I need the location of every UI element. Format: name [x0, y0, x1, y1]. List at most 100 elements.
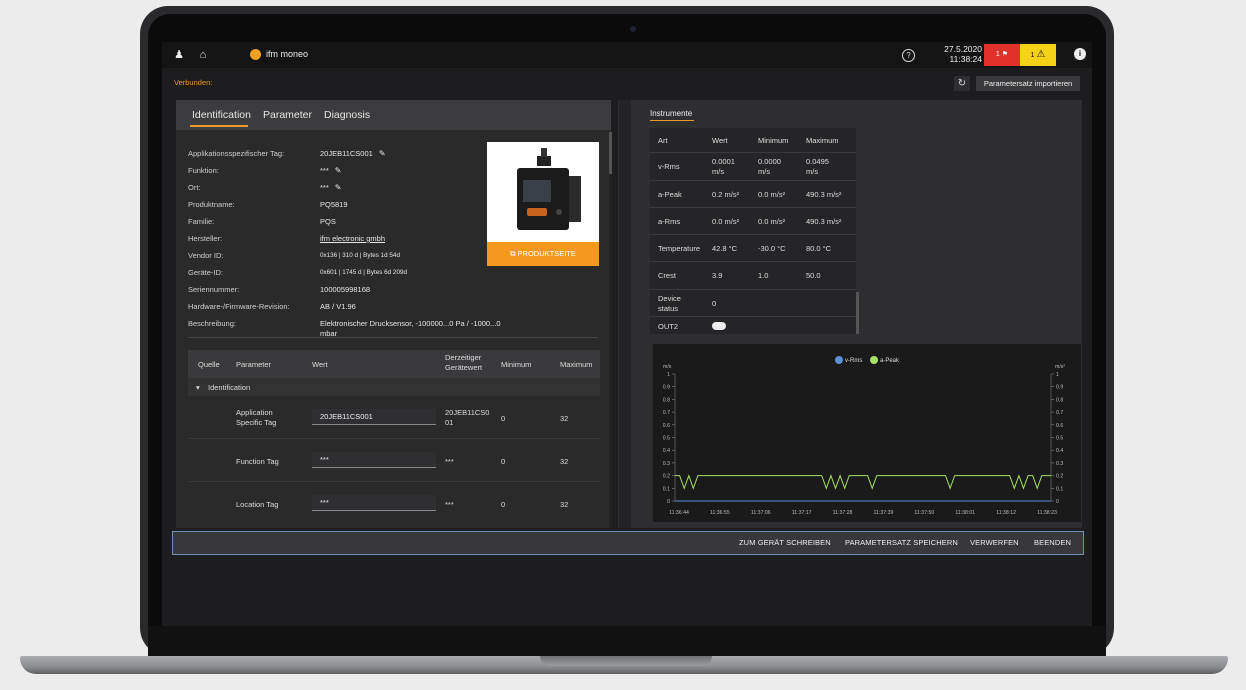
- y-tick-label: 0.6: [1056, 423, 1063, 429]
- col-header: Art: [658, 136, 668, 145]
- max-value: 32: [560, 414, 569, 423]
- instrument-name: Device status: [658, 294, 681, 314]
- col-header-line2: Gerätewert: [445, 363, 483, 372]
- y-tick-label: 0.6: [663, 423, 670, 429]
- product-page-label: PRODUKTSEITE: [517, 249, 576, 258]
- instruments-scrollbar-thumb[interactable]: [856, 292, 859, 334]
- current-line2: 01: [445, 418, 454, 427]
- write-to-device-button[interactable]: ZUM GERÄT SCHREIBEN: [739, 538, 831, 547]
- y-tick-label: 0.8: [663, 397, 670, 403]
- alarm-warning-badge[interactable]: 1 ⚠: [1020, 44, 1056, 66]
- save-parameter-set-button[interactable]: PARAMETERSATZ SPEICHERN: [845, 538, 958, 547]
- instrument-max: 0.0495 m/s: [806, 157, 829, 177]
- param-value-input[interactable]: 20JEB11CS001: [312, 409, 436, 425]
- chart-plot: 1 1 0.9 0.9 0.8 0.8 0.7 0.7 0.6 0.6 0.5 0.5 0.4 0.4 0.…: [663, 372, 1064, 516]
- out2-toggle[interactable]: [712, 322, 726, 330]
- manufacturer-link[interactable]: ifm electronic gmbh: [320, 234, 385, 243]
- group-row-identification[interactable]: ▾ Identification: [188, 378, 600, 396]
- min-value: 0: [501, 457, 506, 466]
- app-title: ifm moneo: [266, 49, 309, 59]
- tab-diagnosis[interactable]: Diagnosis: [324, 109, 370, 121]
- user-icon[interactable]: ♟: [172, 48, 186, 62]
- instrument-row: Temperature 42.8 °C -30.0 °C 80.0 °C: [650, 234, 856, 262]
- x-tick-label: 11:37:06: [751, 510, 771, 516]
- col-header: Derzeitiger Gerätewert: [445, 353, 482, 373]
- param-value-input[interactable]: ***: [312, 495, 436, 511]
- field-label: Familie:: [188, 217, 215, 226]
- warning-icon: ⚠: [1036, 49, 1046, 60]
- y-tick-label: 0.4: [1056, 448, 1063, 454]
- datetime: 27.5.2020 11:38:24: [926, 44, 982, 64]
- app-screen: ♟ ⌂ ifm moneo ? 27.5.2020 11:38:24 1 ⚑ 1…: [162, 42, 1092, 626]
- instrument-row: Crest 3.9 1.0 50.0: [650, 261, 856, 290]
- refresh-button[interactable]: ↻: [954, 76, 970, 91]
- field-label: Hersteller:: [188, 234, 223, 243]
- caret-down-icon: ▾: [196, 383, 200, 392]
- value-line2: m/s: [712, 167, 725, 176]
- external-link-icon: ⧉: [510, 249, 516, 258]
- max-line2: m/s: [806, 167, 819, 176]
- info-icon[interactable]: i: [1074, 48, 1086, 60]
- product-page-button[interactable]: ⧉ PRODUKTSEITE: [487, 242, 599, 266]
- instrument-min: 1.0: [758, 271, 769, 280]
- instrument-value: 0.2 m/s²: [712, 190, 740, 199]
- max-value: 32: [560, 457, 569, 466]
- current-value: 20JEB11CS0 01: [445, 408, 489, 428]
- instruments-title: Instrumente: [650, 109, 693, 118]
- col-header: Minimum: [501, 360, 532, 369]
- alarm-warning-count: 1: [1030, 52, 1035, 59]
- scrollbar-track: [609, 132, 612, 528]
- instrument-row: a-Peak 0.2 m/s² 0.0 m/s² 490.3 m/s²: [650, 180, 856, 208]
- max-value: 32: [560, 500, 569, 509]
- scrollbar-thumb[interactable]: [609, 132, 612, 174]
- field-label: Vendor ID:: [188, 251, 224, 260]
- tab-parameter[interactable]: Parameter: [263, 109, 312, 121]
- instrument-max: 490.3 m/s²: [806, 217, 842, 226]
- tab-identification[interactable]: Identification: [192, 109, 251, 121]
- panel-splitter[interactable]: [619, 100, 631, 528]
- col-header-line1: Derzeitiger: [445, 353, 482, 362]
- home-icon[interactable]: ⌂: [196, 48, 210, 62]
- pencil-icon[interactable]: ✎: [379, 149, 386, 158]
- instrument-name: Temperature: [658, 244, 701, 253]
- y-tick-label: 0.8: [1056, 397, 1063, 403]
- action-bar: ZUM GERÄT SCHREIBEN PARAMETERSATZ SPEICH…: [172, 531, 1084, 555]
- instrument-max: 490.3 m/s²: [806, 190, 842, 199]
- x-tick-label: 11:38:01: [955, 510, 975, 516]
- instruments-underline: [650, 120, 694, 121]
- col-header: Minimum: [758, 136, 789, 145]
- col-header: Wert: [312, 360, 328, 369]
- y-tick-label: 0.4: [663, 448, 670, 454]
- param-value-input[interactable]: ***: [312, 452, 436, 468]
- y-tick-label: 0: [667, 499, 670, 505]
- instrument-name: a-Rms: [658, 217, 681, 226]
- import-parameter-set-button[interactable]: Parametersatz importieren: [976, 76, 1080, 91]
- field-label: Seriennummer:: [188, 285, 240, 294]
- pencil-icon[interactable]: ✎: [335, 183, 342, 192]
- location-value: ***: [320, 183, 329, 192]
- y-tick-label: 0.7: [663, 410, 670, 416]
- x-tick-label: 11:38:12: [996, 510, 1016, 516]
- x-tick-label: 11:36:55: [710, 510, 730, 516]
- field-value: 20JEB11CS001 ✎: [320, 149, 386, 158]
- pencil-icon[interactable]: ✎: [335, 166, 342, 175]
- sensor-illustration: [517, 148, 581, 230]
- discard-button[interactable]: VERWERFEN: [970, 538, 1019, 547]
- current-value: ***: [445, 457, 454, 466]
- instrument-value: 42.8 °C: [712, 244, 738, 253]
- instrument-min: 0.0 m/s²: [758, 190, 786, 199]
- x-tick-label: 11:37:50: [914, 510, 934, 516]
- min-value: 0: [501, 414, 506, 423]
- param-table-header: Quelle Parameter Wert Derzeitiger Gerätew…: [188, 350, 600, 378]
- group-label: Identification: [208, 383, 251, 392]
- col-header: Quelle: [198, 360, 220, 369]
- instrument-value: 0.0001 m/s: [712, 157, 735, 177]
- exit-button[interactable]: BEENDEN: [1034, 538, 1071, 547]
- question-icon[interactable]: ?: [902, 49, 915, 62]
- y-tick-label: 0.1: [1056, 486, 1063, 492]
- table-row: Application Specific Tag 20JEB11CS001 20J…: [188, 396, 600, 439]
- x-tick-label: 11:38:23: [1037, 510, 1057, 516]
- alarm-error-badge[interactable]: 1 ⚑: [984, 44, 1020, 66]
- instrument-max: 80.0 °C: [806, 244, 832, 253]
- instrument-min: 0.0000 m/s: [758, 157, 781, 177]
